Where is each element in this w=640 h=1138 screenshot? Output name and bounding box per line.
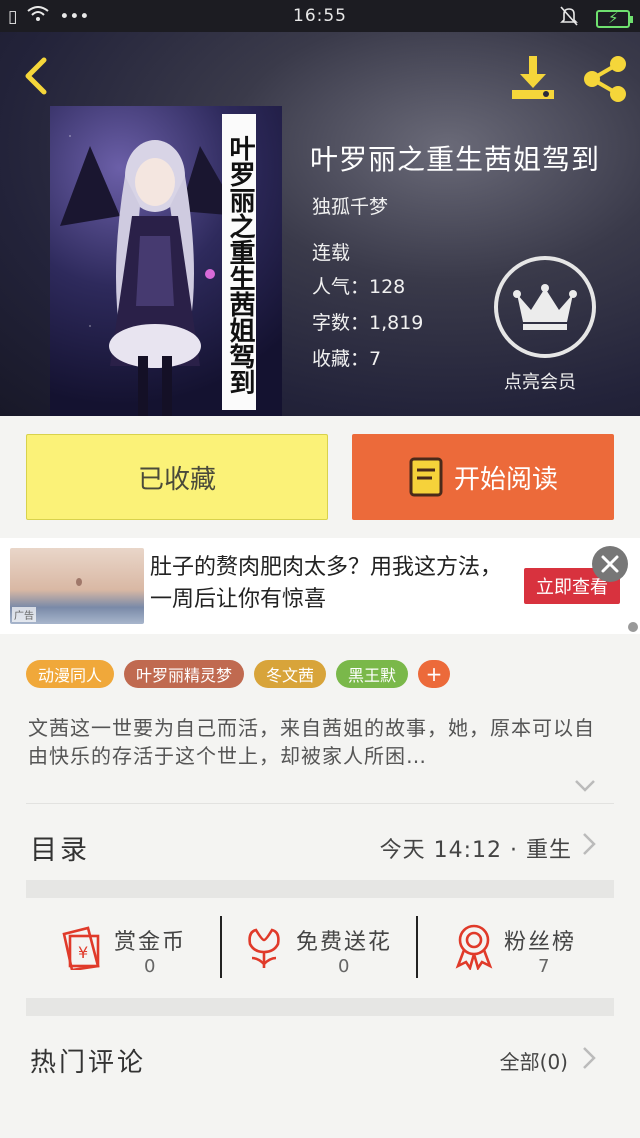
crown-icon [513,284,577,330]
reward-count: 7 [538,956,550,977]
back-button[interactable] [18,54,58,98]
ad-info-icon[interactable] [628,622,638,632]
tag-list: 动漫同人 叶罗丽精灵梦 冬文茜 黑王默 + [26,660,451,688]
tag-chip[interactable]: 叶罗丽精灵梦 [124,660,245,688]
collected-button[interactable]: 已收藏 [26,434,328,520]
book-synopsis[interactable]: 文茜这一世要为自己而活，来自茜姐的故事，她，原本可以自由快乐的存活于这个世上，却… [28,714,612,770]
tag-chip[interactable]: 冬文茜 [254,660,327,688]
book-status: 连载 [312,242,351,264]
flower-icon [248,928,280,968]
table-of-contents-row[interactable]: 目录 今天 14:12 · 重生 [0,804,640,884]
tag-chip[interactable]: 黑王默 [336,660,409,688]
chevron-left-icon [25,57,47,95]
download-icon [512,56,554,99]
reward-label: 粉丝榜 [504,930,577,955]
mute-bell-icon [560,6,578,31]
section-separator [26,880,614,898]
hot-comments-row[interactable]: 热门评论 全部(0) [0,1018,640,1098]
chevron-down-icon [575,780,595,792]
latest-chapter: 今天 14:12 · 重生 [379,838,572,863]
share-icon [584,56,626,102]
book-header: 叶罗丽之重生茜姐驾到 叶罗丽之重生茜姐驾到 独孤千梦 连载 人气：128 字数：… [0,32,640,416]
vip-button[interactable] [494,256,596,358]
collected-label: 已收藏 [137,464,216,495]
book-word-count: 字数：1,819 [312,312,424,334]
status-time: 16:55 [293,6,347,26]
reward-coins-button[interactable]: ¥ 赏金币 0 [26,902,222,998]
free-flower-button[interactable]: 免费送花 0 [222,902,418,998]
all-comments-link[interactable]: 全部(0) [500,1046,568,1075]
chevron-right-icon [583,833,596,855]
start-reading-label: 开始阅读 [453,464,558,495]
book-popularity: 人气：128 [312,276,406,298]
ad-tag: 广告 [12,607,36,622]
close-icon [601,555,619,573]
award-ribbon-icon [455,924,493,970]
start-reading-button[interactable]: 开始阅读 [352,434,614,520]
reward-count: 0 [144,956,156,977]
book-author[interactable]: 独孤千梦 [312,192,388,219]
ad-banner[interactable]: 广告 肚子的赘肉肥肉太多？用我这方法，一周后让你有惊喜 立即查看 [0,538,640,634]
red-envelope-icon: ¥ [62,926,100,970]
reward-row: ¥ 赏金币 0 免费送花 0 粉丝榜 7 [26,902,614,998]
status-icons-right: ⚡ [560,6,633,31]
status-bar: ▯ ••• 16:55 ⚡ [0,0,640,32]
svg-text:¥: ¥ [78,943,88,962]
reward-label: 免费送花 [296,930,393,955]
add-tag-button[interactable]: + [418,660,451,688]
toc-label: 目录 [30,835,90,866]
reward-label: 赏金币 [114,930,187,955]
cover-title: 叶罗丽之重生茜姐驾到 [222,114,256,410]
battery-icon: ⚡ [596,9,633,28]
book-icon [409,457,443,497]
book-favorites: 收藏：7 [312,348,382,370]
ad-close-button[interactable] [592,546,628,582]
vip-label[interactable]: 点亮会员 [504,368,576,394]
share-button[interactable] [580,54,630,104]
download-button[interactable] [508,54,558,104]
book-title: 叶罗丽之重生茜姐驾到 [310,143,601,176]
tag-chip[interactable]: 动漫同人 [26,660,115,688]
ad-text[interactable]: 肚子的赘肉肥肉太多？用我这方法，一周后让你有惊喜 [150,552,510,616]
chevron-right-icon [583,1047,596,1069]
action-bar: 已收藏 开始阅读 [0,416,640,538]
hot-comments-label: 热门评论 [30,1048,147,1078]
next-section-peek [0,1126,640,1138]
section-separator [26,998,614,1016]
expand-synopsis-button[interactable] [574,778,596,792]
reward-count: 0 [338,956,350,977]
ad-image[interactable]: 广告 [10,548,144,624]
fan-ranking-button[interactable]: 粉丝榜 7 [418,902,614,998]
book-cover[interactable]: 叶罗丽之重生茜姐驾到 [50,106,282,416]
